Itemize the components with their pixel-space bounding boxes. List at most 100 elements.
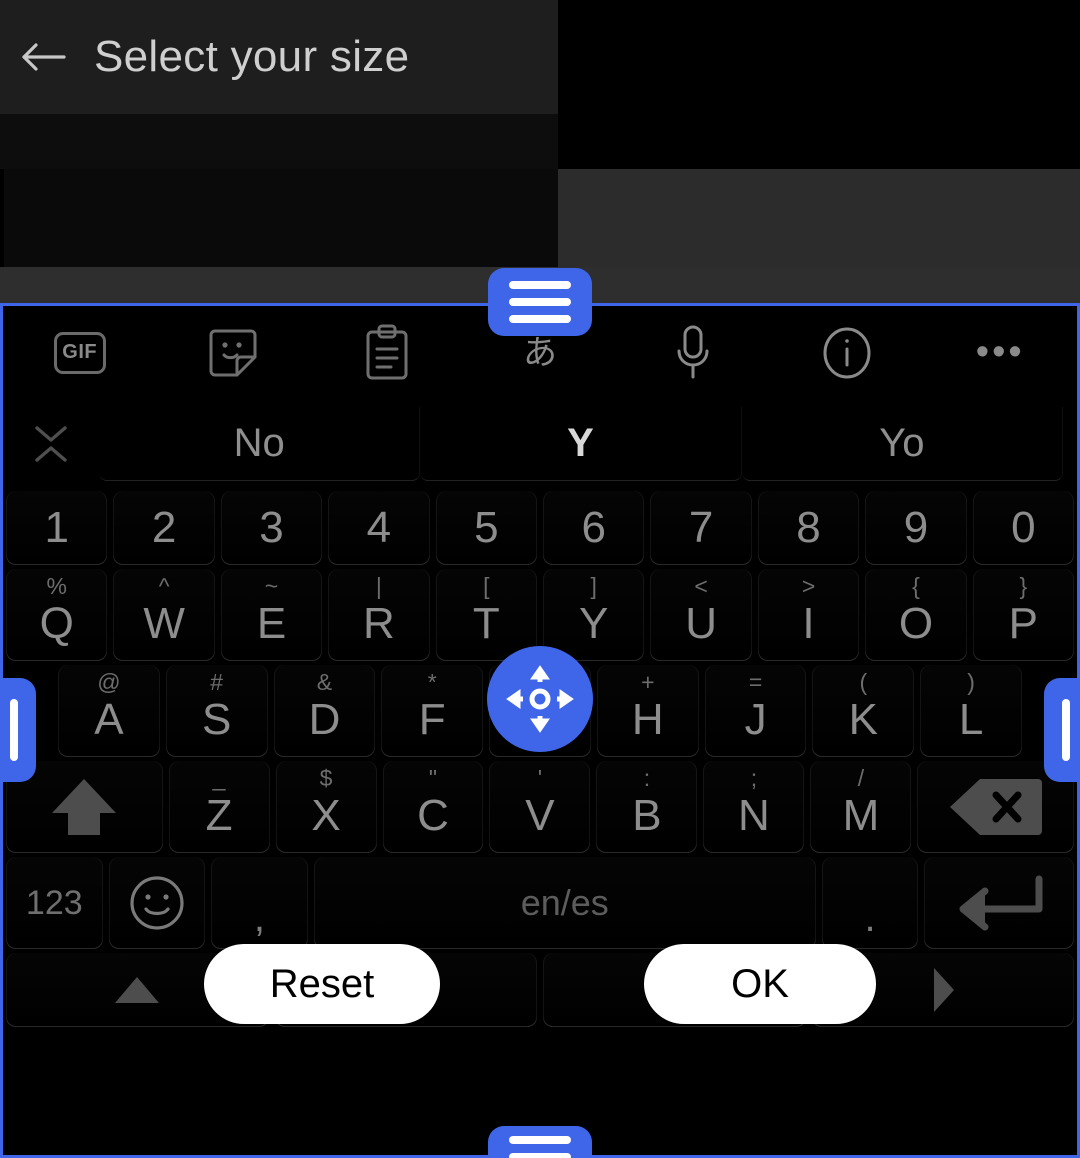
key-b[interactable]: :B bbox=[596, 761, 698, 853]
key-hint: _ bbox=[212, 765, 226, 791]
key-hint: } bbox=[1019, 573, 1028, 599]
key-label: V bbox=[525, 791, 555, 840]
gif-icon[interactable]: GIF bbox=[3, 306, 156, 399]
symbols-key[interactable]: 123 bbox=[6, 857, 103, 949]
key-8[interactable]: 8 bbox=[757, 491, 860, 565]
info-icon[interactable] bbox=[770, 306, 923, 399]
key-u[interactable]: < U bbox=[650, 569, 752, 661]
comma-key[interactable]: , bbox=[211, 857, 308, 949]
key-k[interactable]: (K bbox=[812, 665, 915, 757]
key-r[interactable]: | R bbox=[328, 569, 430, 661]
clipboard-icon[interactable] bbox=[310, 306, 463, 399]
handle-bar bbox=[509, 298, 571, 306]
key-6[interactable]: 6 bbox=[543, 491, 645, 565]
key-label: F bbox=[418, 695, 446, 744]
key-label: 0 bbox=[1011, 503, 1036, 552]
key-c[interactable]: " C bbox=[382, 761, 484, 853]
bottom-row: 123 , en/es . bbox=[3, 855, 1077, 951]
key-label: 4 bbox=[366, 503, 392, 552]
key-t[interactable]: [T bbox=[435, 569, 538, 661]
key-hint: : bbox=[643, 765, 651, 791]
page-title: Select your size bbox=[94, 32, 410, 81]
app-content-card bbox=[4, 169, 558, 267]
key-p[interactable]: } P bbox=[972, 569, 1075, 661]
more-icon[interactable]: ••• bbox=[924, 306, 1077, 399]
shift-icon-glyph bbox=[46, 769, 122, 845]
key-hint: | bbox=[375, 573, 382, 599]
key-label: N bbox=[738, 791, 770, 840]
key-x[interactable]: $ X bbox=[275, 761, 377, 853]
number-row: 1 2 3 4 5 6 7 8 9 0 bbox=[3, 489, 1077, 567]
ok-button[interactable]: OK bbox=[644, 944, 876, 1024]
arrow-left-icon[interactable] bbox=[12, 39, 74, 75]
key-2[interactable]: 2 bbox=[113, 491, 215, 565]
key-4[interactable]: 4 bbox=[328, 491, 430, 565]
key-e[interactable]: ~ E bbox=[220, 569, 323, 661]
app-header: Select your size bbox=[0, 0, 558, 114]
expand-chevrons-icon[interactable] bbox=[3, 420, 99, 468]
key-label: 2 bbox=[151, 503, 177, 552]
handle-bar bbox=[1062, 699, 1070, 761]
key-label: P bbox=[1008, 599, 1039, 648]
arrow-row bbox=[3, 951, 1077, 1029]
key-label: 6 bbox=[581, 503, 606, 552]
key-label: 7 bbox=[688, 503, 714, 552]
suggestion-item-1[interactable]: Y bbox=[420, 407, 742, 481]
resize-handle-right[interactable] bbox=[1044, 678, 1080, 782]
key-l[interactable]: ) L bbox=[920, 665, 1023, 757]
space-key[interactable]: en/es bbox=[313, 857, 816, 949]
key-9[interactable]: 9 bbox=[865, 491, 967, 565]
key-1[interactable]: 1 bbox=[6, 491, 108, 565]
key-s[interactable]: # S bbox=[165, 665, 268, 757]
key-7[interactable]: 7 bbox=[650, 491, 752, 565]
key-a[interactable]: @ A bbox=[58, 665, 160, 757]
key-label: T bbox=[472, 599, 500, 648]
key-w[interactable]: ^ W bbox=[113, 569, 215, 661]
key-hint: & bbox=[316, 669, 333, 695]
key-z[interactable]: _ Z bbox=[168, 761, 270, 853]
sticker-icon[interactable] bbox=[156, 306, 309, 399]
suggestion-item-2[interactable]: Yo bbox=[741, 407, 1063, 481]
key-hint: ) bbox=[967, 669, 975, 695]
key-j[interactable]: = J bbox=[704, 665, 807, 757]
key-o[interactable]: {O bbox=[865, 569, 967, 661]
key-f[interactable]: * F bbox=[381, 665, 484, 757]
key-5[interactable]: 5 bbox=[435, 491, 538, 565]
key-label: C bbox=[417, 791, 449, 840]
key-rows: 1 2 3 4 5 6 7 8 9 0 % Q ^ W ~ E | R [T … bbox=[3, 489, 1077, 1029]
move-handle-center[interactable] bbox=[487, 646, 593, 752]
resize-handle-bottom[interactable] bbox=[488, 1126, 592, 1158]
backspace-icon-glyph bbox=[948, 775, 1044, 839]
key-i[interactable]: > I bbox=[757, 569, 860, 661]
resize-handle-top[interactable] bbox=[488, 268, 592, 336]
key-label: K bbox=[848, 695, 879, 744]
suggestion-item-0[interactable]: No bbox=[99, 407, 421, 481]
more-icon-glyph: ••• bbox=[975, 330, 1025, 373]
period-key[interactable]: . bbox=[821, 857, 919, 949]
resize-handle-left[interactable] bbox=[0, 678, 36, 782]
key-q[interactable]: % Q bbox=[6, 569, 108, 661]
key-m[interactable]: / M bbox=[810, 761, 912, 853]
key-v[interactable]: ' V bbox=[489, 761, 591, 853]
key-hint: * bbox=[427, 669, 437, 695]
key-hint: ' bbox=[537, 765, 543, 791]
microphone-icon[interactable] bbox=[617, 306, 770, 399]
reset-button[interactable]: Reset bbox=[204, 944, 440, 1024]
key-n[interactable]: ; N bbox=[703, 761, 805, 853]
app-panel-spacer bbox=[0, 114, 558, 169]
key-0[interactable]: 0 bbox=[972, 491, 1075, 565]
key-hint: + bbox=[641, 669, 655, 695]
key-d[interactable]: & D bbox=[273, 665, 376, 757]
emoji-icon[interactable] bbox=[108, 857, 206, 949]
key-hint: = bbox=[748, 669, 763, 695]
key-y[interactable]: ] Y bbox=[543, 569, 645, 661]
key-label: D bbox=[308, 695, 341, 744]
key-label: 123 bbox=[25, 883, 83, 922]
key-hint: < bbox=[694, 573, 708, 599]
key-label: B bbox=[632, 791, 662, 840]
handle-bar bbox=[509, 281, 571, 289]
enter-icon-glyph bbox=[951, 873, 1047, 933]
enter-icon[interactable] bbox=[924, 857, 1075, 949]
key-h[interactable]: + H bbox=[596, 665, 699, 757]
key-3[interactable]: 3 bbox=[220, 491, 323, 565]
